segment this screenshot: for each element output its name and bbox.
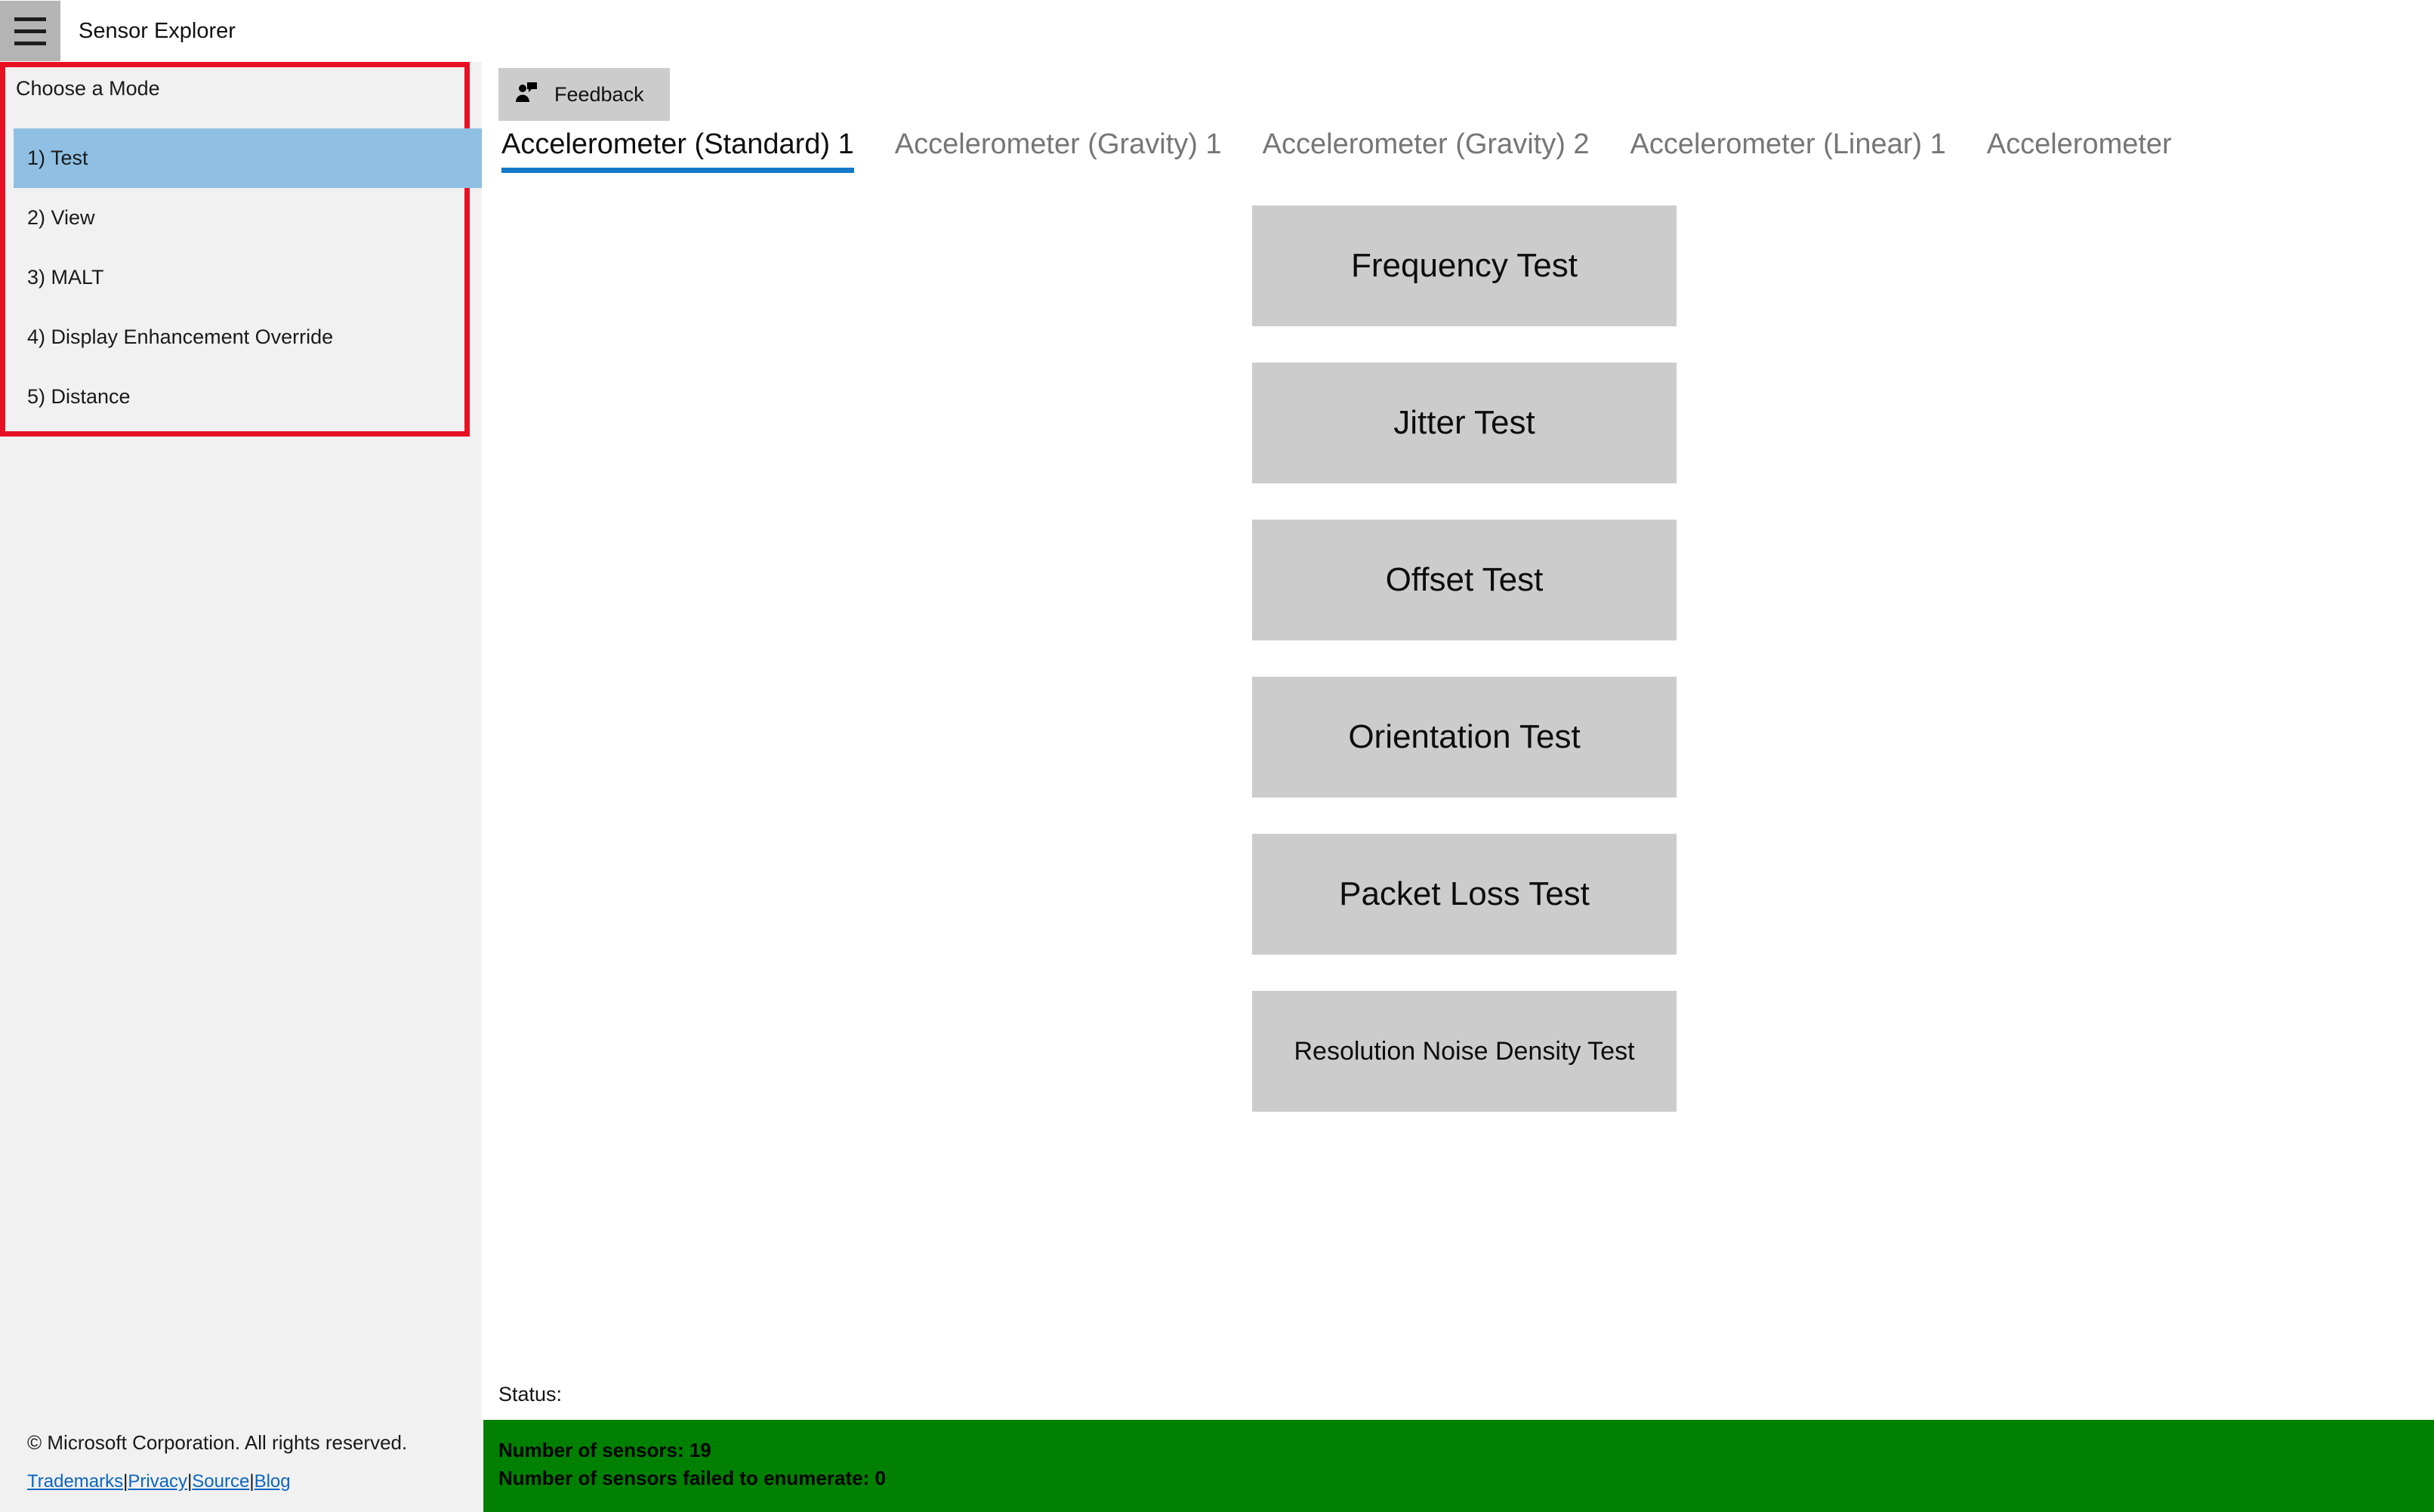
tab-2[interactable]: Accelerometer (Gravity) 2 bbox=[1263, 128, 1590, 173]
tab-4[interactable]: Accelerometer bbox=[1987, 128, 2172, 173]
status-banner: Number of sensors: 19 Number of sensors f… bbox=[483, 1420, 2434, 1512]
test-button-4[interactable]: Packet Loss Test bbox=[1252, 834, 1677, 955]
app-title: Sensor Explorer bbox=[79, 18, 236, 43]
test-button-3[interactable]: Orientation Test bbox=[1252, 677, 1677, 798]
mode-heading: Choose a Mode bbox=[16, 77, 160, 100]
mode-item-5[interactable]: 5) Distance bbox=[0, 367, 482, 427]
test-button-0[interactable]: Frequency Test bbox=[1252, 205, 1677, 326]
test-button-5[interactable]: Resolution Noise Density Test bbox=[1252, 991, 1677, 1112]
mode-item-1[interactable]: 1) Test bbox=[14, 128, 482, 188]
footer-link-trademarks[interactable]: Trademarks bbox=[27, 1471, 123, 1492]
feedback-button[interactable]: Feedback bbox=[498, 68, 670, 121]
hamburger-bar bbox=[14, 29, 46, 33]
person-feedback-icon bbox=[515, 82, 538, 108]
mode-list: 1) Test 2) View 3) MALT 4) Display Enhancem… bbox=[0, 128, 482, 427]
sidebar-footer: © Microsoft Corporation. All rights rese… bbox=[0, 1431, 482, 1512]
feedback-label: Feedback bbox=[554, 82, 644, 106]
footer-link-privacy[interactable]: Privacy bbox=[128, 1471, 187, 1492]
copyright-text: © Microsoft Corporation. All rights rese… bbox=[27, 1431, 408, 1454]
app-window: Sensor Explorer Choose a Mode 1) Test 2) … bbox=[0, 0, 2434, 1512]
mode-item-3[interactable]: 3) MALT bbox=[0, 248, 482, 307]
footer-links: Trademarks | Privacy | Source | Blog bbox=[27, 1471, 482, 1492]
tab-1[interactable]: Accelerometer (Gravity) 1 bbox=[895, 128, 1222, 173]
status-area: Status: Number of sensors: 19 Number of s… bbox=[483, 1383, 2434, 1512]
status-line-1: Number of sensors failed to enumerate: 0 bbox=[498, 1466, 886, 1489]
sidebar: Choose a Mode 1) Test 2) View 3) MALT 4) Di… bbox=[0, 62, 482, 1512]
hamburger-bar bbox=[14, 17, 46, 21]
status-label: Status: bbox=[498, 1383, 563, 1406]
footer-link-blog[interactable]: Blog bbox=[255, 1471, 291, 1492]
mode-item-4[interactable]: 4) Display Enhancement Override bbox=[0, 307, 482, 367]
tab-3[interactable]: Accelerometer (Linear) 1 bbox=[1630, 128, 1946, 173]
hamburger-icon[interactable] bbox=[0, 1, 60, 61]
test-button-list: Frequency Test Jitter Test Offset Test Orie… bbox=[1252, 205, 1677, 1148]
sensor-tab-strip[interactable]: Accelerometer (Standard) 1 Accelerometer … bbox=[483, 128, 2434, 192]
mode-item-2[interactable]: 2) View bbox=[0, 188, 482, 248]
content-area: Feedback Accelerometer (Standard) 1 Accel… bbox=[483, 62, 2434, 1512]
test-button-2[interactable]: Offset Test bbox=[1252, 520, 1677, 640]
hamburger-bar bbox=[14, 41, 46, 45]
title-bar: Sensor Explorer bbox=[0, 0, 2434, 62]
test-button-1[interactable]: Jitter Test bbox=[1252, 363, 1677, 483]
status-line-0: Number of sensors: 19 bbox=[498, 1439, 711, 1461]
tab-0[interactable]: Accelerometer (Standard) 1 bbox=[501, 128, 854, 173]
footer-link-source[interactable]: Source bbox=[192, 1471, 249, 1492]
